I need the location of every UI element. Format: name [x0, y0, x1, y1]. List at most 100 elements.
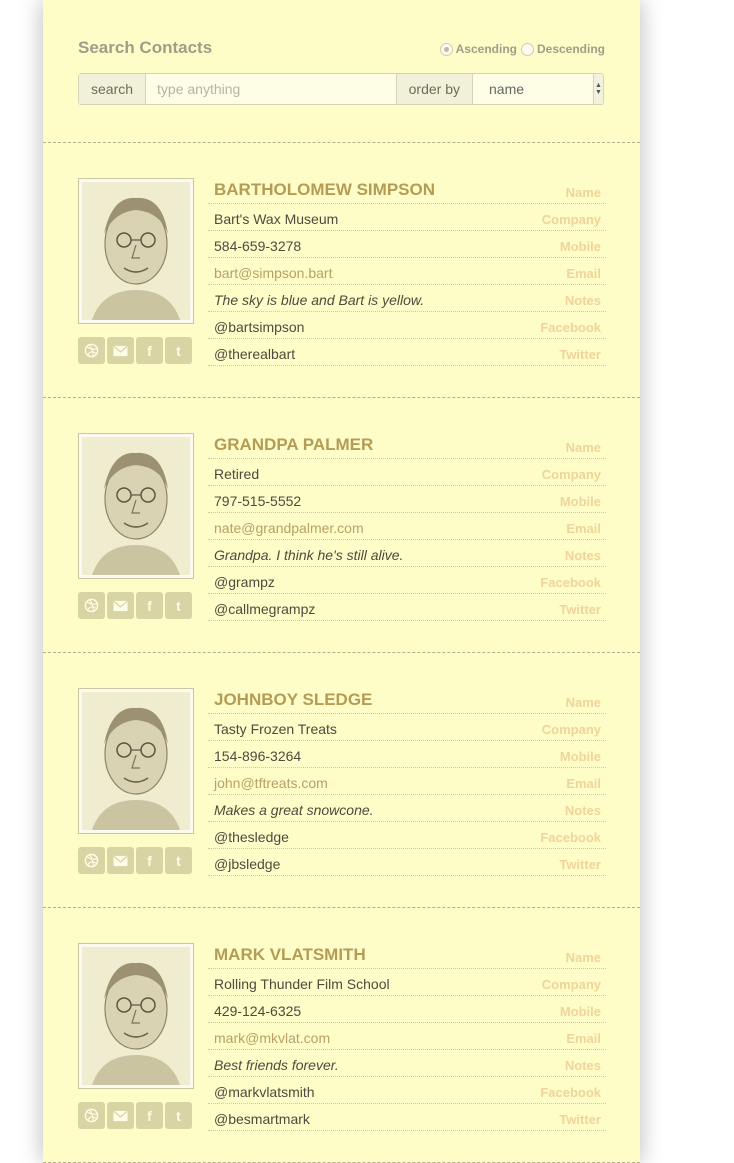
contact-company[interactable]: Rolling Thunder Film School — [214, 976, 390, 992]
label-notes: Notes — [564, 803, 601, 818]
contact-notes[interactable]: The sky is blue and Bart is yellow. — [214, 292, 424, 308]
mail-icon[interactable] — [107, 1102, 134, 1129]
search-input[interactable] — [146, 74, 396, 104]
label-name: Name — [565, 440, 601, 455]
order-by-select[interactable]: name ▲ ▼ — [473, 74, 603, 104]
sort-descending-option[interactable]: Descending — [520, 42, 605, 56]
field-row-facebook: @grampz Facebook — [208, 568, 606, 594]
tumblr-icon[interactable]: t — [165, 592, 192, 619]
label-name: Name — [565, 695, 601, 710]
contact-company[interactable]: Tasty Frozen Treats — [214, 721, 337, 737]
contact-fields: GRANDPA PALMER Name Retired Company 797-51… — [208, 433, 606, 622]
field-row-email: nate@grandpalmer.com Email — [208, 514, 606, 540]
contact-facebook[interactable]: @markvlatsmith — [214, 1084, 315, 1100]
descending-radio[interactable] — [520, 42, 534, 56]
label-mobile: Mobile — [559, 239, 601, 254]
field-row-name: MARK VLATSMITH Name — [208, 943, 606, 969]
portrait-image — [82, 692, 190, 830]
social-buttons: f t — [78, 847, 192, 874]
mail-icon[interactable] — [107, 337, 134, 364]
search-title: Search Contacts — [78, 38, 213, 57]
contact-photo — [78, 433, 194, 579]
dribbble-icon[interactable] — [78, 592, 105, 619]
facebook-icon[interactable]: f — [136, 337, 163, 364]
field-row-mobile: 154-896-3264 Mobile — [208, 742, 606, 768]
dribbble-icon[interactable] — [78, 337, 105, 364]
contact-name[interactable]: JOHNBOY SLEDGE — [214, 690, 372, 710]
contact-email-link[interactable]: bart@simpson.bart — [214, 265, 332, 281]
label-facebook: Facebook — [540, 830, 601, 845]
contact-email-link[interactable]: john@tftreats.com — [214, 775, 328, 791]
contact-notes[interactable]: Makes a great snowcone. — [214, 802, 374, 818]
label-twitter: Twitter — [559, 347, 601, 362]
facebook-icon[interactable]: f — [136, 847, 163, 874]
contact-notes[interactable]: Best friends forever. — [214, 1057, 339, 1073]
field-row-notes: Grandpa. I think he's still alive. Notes — [208, 541, 606, 567]
dropdown-arrow-icon[interactable]: ▲ ▼ — [593, 74, 603, 104]
contact-company[interactable]: Retired — [214, 466, 259, 482]
contact-twitter[interactable]: @callmegrampz — [214, 601, 315, 617]
contact-mobile[interactable]: 797-515-5552 — [214, 493, 301, 509]
field-row-mobile: 429-124-6325 Mobile — [208, 997, 606, 1023]
social-buttons: f t — [78, 592, 192, 619]
contact-mobile[interactable]: 429-124-6325 — [214, 1003, 301, 1019]
search-bar: search order by name ▲▼ — [78, 73, 604, 105]
contact-mobile[interactable]: 154-896-3264 — [214, 748, 301, 764]
search-addon-label: search — [79, 74, 147, 104]
mail-icon[interactable] — [107, 847, 134, 874]
dribbble-icon[interactable] — [78, 1102, 105, 1129]
social-buttons: f t — [78, 337, 192, 364]
contact-photo — [78, 943, 194, 1089]
contact-facebook[interactable]: @bartsimpson — [214, 319, 304, 335]
contact-company[interactable]: Bart's Wax Museum — [214, 211, 338, 227]
dribbble-icon[interactable] — [78, 847, 105, 874]
field-row-mobile: 584-659-3278 Mobile — [208, 232, 606, 258]
label-notes: Notes — [564, 1058, 601, 1073]
portrait-image — [82, 947, 190, 1085]
ascending-radio[interactable] — [439, 42, 453, 56]
contact-facebook[interactable]: @thesledge — [214, 829, 289, 845]
contact-twitter[interactable]: @therealbart — [214, 346, 295, 362]
field-row-email: bart@simpson.bart Email — [208, 259, 606, 285]
contacts-panel: Search Contacts Ascending Descending sea… — [43, 0, 640, 1163]
label-facebook: Facebook — [540, 575, 601, 590]
label-mobile: Mobile — [559, 494, 601, 509]
contact-twitter[interactable]: @jbsledge — [214, 856, 280, 872]
field-row-name: JOHNBOY SLEDGE Name — [208, 688, 606, 714]
label-email: Email — [566, 521, 601, 536]
field-row-company: Rolling Thunder Film School Company — [208, 970, 606, 996]
sort-ascending-option[interactable]: Ascending — [439, 42, 517, 56]
tumblr-icon[interactable]: t — [165, 337, 192, 364]
contact-name[interactable]: MARK VLATSMITH — [214, 945, 366, 965]
sort-options: Ascending Descending — [438, 42, 605, 56]
facebook-icon[interactable]: f — [136, 1102, 163, 1129]
field-row-company: Retired Company — [208, 460, 606, 486]
contact-email-link[interactable]: nate@grandpalmer.com — [214, 520, 364, 536]
contact-fields: BARTHOLOMEW SIMPSON Name Bart's Wax Museu… — [208, 178, 606, 367]
label-company: Company — [541, 467, 601, 482]
label-email: Email — [566, 1031, 601, 1046]
contact-name[interactable]: GRANDPA PALMER — [214, 435, 373, 455]
ascending-label: Ascending — [455, 42, 517, 56]
contact-name[interactable]: BARTHOLOMEW SIMPSON — [214, 180, 435, 200]
contact-photo — [78, 178, 194, 324]
contact-notes[interactable]: Grandpa. I think he's still alive. — [214, 547, 403, 563]
contact-twitter[interactable]: @besmartmark — [214, 1111, 310, 1127]
label-email: Email — [566, 266, 601, 281]
label-facebook: Facebook — [540, 1085, 601, 1100]
label-email: Email — [566, 776, 601, 791]
contact-mobile[interactable]: 584-659-3278 — [214, 238, 301, 254]
tumblr-icon[interactable]: t — [165, 847, 192, 874]
contact-facebook[interactable]: @grampz — [214, 574, 275, 590]
label-company: Company — [541, 212, 601, 227]
contact-card: f t MARK VLATSMITH Name Rolling Thunder F… — [43, 908, 640, 1163]
contact-email-link[interactable]: mark@mkvlat.com — [214, 1030, 330, 1046]
label-mobile: Mobile — [559, 1004, 601, 1019]
facebook-icon[interactable]: f — [136, 592, 163, 619]
contact-photo — [78, 688, 194, 834]
mail-icon[interactable] — [107, 592, 134, 619]
tumblr-icon[interactable]: t — [165, 1102, 192, 1129]
field-row-notes: The sky is blue and Bart is yellow. Notes — [208, 286, 606, 312]
label-company: Company — [541, 722, 601, 737]
field-row-name: BARTHOLOMEW SIMPSON Name — [208, 178, 606, 204]
